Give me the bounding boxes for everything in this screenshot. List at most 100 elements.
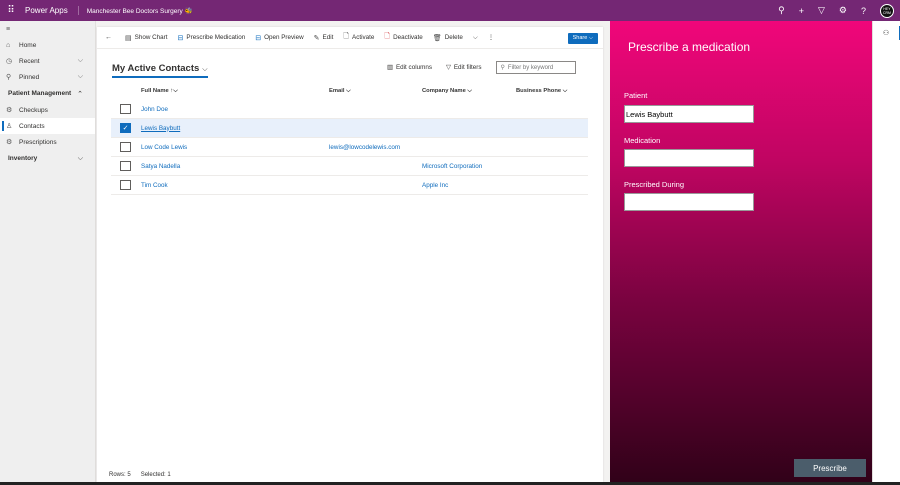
trash-icon: 🗑 <box>432 34 442 42</box>
table-row[interactable]: Tim Cook Apple Inc <box>111 176 588 195</box>
side-rail: ⚇ <box>872 21 900 485</box>
environment-name: Manchester Bee Doctors Surgery 🐝 <box>86 7 193 15</box>
app-icon: ⊟ <box>177 34 184 42</box>
table-row[interactable]: Low Code Lewis lewis@lowcodelewis.com <box>111 138 588 157</box>
deactivate-label: Deactivate <box>393 34 423 41</box>
view-selector[interactable]: My Active Contacts ⌵ <box>112 63 208 78</box>
share-label: Share ⌵ <box>572 35 593 41</box>
grid-header: Full Name ↑⌵ Email ⌵ Company Name ⌵ Busi… <box>111 82 588 100</box>
row-checkbox[interactable] <box>120 142 131 152</box>
row-checkbox[interactable] <box>120 180 131 190</box>
filter-input[interactable]: ⚲ Filter by keyword <box>495 61 576 74</box>
document-icon: 🗋 <box>384 33 391 40</box>
edit-filters-button[interactable]: ▽ Edit filters <box>446 64 482 71</box>
home-icon: ⌂ <box>6 41 11 49</box>
row-checkbox[interactable] <box>120 104 131 114</box>
delete-button[interactable]: 🗑 Delete <box>433 34 463 42</box>
pin-icon: ⚲ <box>6 74 12 81</box>
back-arrow-icon: ← <box>105 34 112 41</box>
app-panel-icon[interactable]: ⚇ <box>873 26 900 40</box>
show-chart-button[interactable]: ▤ Show Chart <box>125 34 168 42</box>
chevron-up-icon: ⌃ <box>77 90 83 98</box>
nav-group-label: Patient Management <box>8 90 72 97</box>
nav-group-inventory[interactable]: Inventory ⌵ <box>0 150 95 167</box>
prescribe-button[interactable]: Prescribe <box>794 459 866 477</box>
open-preview-button[interactable]: ⊟ Open Preview <box>255 34 303 42</box>
prescribe-medication-button[interactable]: ⊟ Prescribe Medication <box>178 34 246 42</box>
grid-footer: Rows: 5 Selected: 1 <box>109 472 171 478</box>
chevron-down-icon: ⌵ <box>472 33 478 41</box>
share-button[interactable]: Share ⌵ <box>567 33 598 44</box>
cell-full-name[interactable]: Low Code Lewis <box>141 144 329 151</box>
app-icon: ⊟ <box>255 34 262 42</box>
person-icon: ♙ <box>6 123 13 130</box>
app-launcher-icon[interactable]: ⠿ <box>0 5 22 16</box>
chevron-down-icon: ⌵ <box>77 57 83 64</box>
edit-columns-label: Edit columns <box>395 64 433 71</box>
avatar[interactable]: HEY CRM <box>880 3 894 18</box>
table-row[interactable]: Satya Nadella Microsoft Corporation <box>111 157 588 176</box>
edit-label: Edit <box>322 34 334 41</box>
deactivate-button[interactable]: 🗋 Deactivate <box>384 32 422 43</box>
open-preview-label: Open Preview <box>264 34 304 41</box>
document-icon: 🗋 <box>343 33 350 40</box>
checkmark-icon: ✓ <box>122 125 129 132</box>
hamburger-icon: ≡ <box>6 25 11 33</box>
filter-icon[interactable]: ▽ <box>818 5 825 16</box>
cell-email[interactable]: lewis@lowcodelewis.com <box>329 144 422 151</box>
sidebar-item-label: Contacts <box>19 122 45 130</box>
chevron-down-icon: ⌵ <box>77 154 83 162</box>
add-icon[interactable]: + <box>799 6 804 16</box>
table-row[interactable]: ✓ Lewis Baybutt <box>111 119 588 138</box>
search-icon[interactable]: ⚲ <box>778 5 785 16</box>
cell-full-name[interactable]: Satya Nadella <box>141 163 329 170</box>
sidebar-item-label: Home <box>19 41 37 49</box>
table-row[interactable]: John Doe <box>111 100 588 119</box>
sidebar: ≡ ⌂ Home ◷ Recent ⌵ ⚲ Pinned ⌵ Patient Manage… <box>0 21 96 485</box>
sidebar-item-label: Pinned <box>19 73 40 81</box>
hamburger-menu[interactable]: ≡ <box>0 21 95 37</box>
sidebar-item-prescriptions[interactable]: ⚙ Prescriptions <box>0 134 95 150</box>
prescriptions-icon: ⚙ <box>6 139 13 146</box>
cell-company[interactable]: Microsoft Corporation <box>422 163 516 170</box>
activate-button[interactable]: 🗋 Activate <box>343 32 374 43</box>
edit-columns-button[interactable]: ▥ Edit columns <box>387 64 432 71</box>
columns-icon: ▥ <box>387 64 393 71</box>
sidebar-item-checkups[interactable]: ⚙ Checkups <box>0 102 95 118</box>
sidebar-item-contacts[interactable]: ♙ Contacts <box>0 118 95 134</box>
overflow-button[interactable]: ⋮ <box>488 34 494 41</box>
nav-group-label: Inventory <box>8 155 38 162</box>
command-bar: ← ▤ Show Chart ⊟ Prescribe Medication ⊟ Ope… <box>97 27 603 49</box>
edit-button[interactable]: ✎ Edit <box>314 34 334 42</box>
prescribed-during-field[interactable] <box>624 193 754 211</box>
cell-company[interactable]: Apple Inc <box>422 182 516 189</box>
column-header-full-name[interactable]: Full Name ↑⌵ <box>141 88 329 95</box>
cell-full-name[interactable]: Lewis Baybutt <box>141 125 329 132</box>
help-icon[interactable]: ? <box>861 6 866 16</box>
activate-label: Activate <box>352 34 375 41</box>
medication-field[interactable] <box>624 149 754 167</box>
checkups-icon: ⚙ <box>6 107 13 114</box>
settings-icon[interactable]: ⚙ <box>839 5 847 16</box>
patient-field[interactable]: Lewis Baybutt <box>624 105 754 123</box>
column-header-email[interactable]: Email ⌵ <box>329 88 422 95</box>
cell-full-name[interactable]: John Doe <box>141 106 329 113</box>
pencil-icon: ✎ <box>313 34 320 42</box>
main-view: ← ▤ Show Chart ⊟ Prescribe Medication ⊟ Ope… <box>97 27 603 482</box>
prescribed-during-label: Prescribed During <box>624 180 685 189</box>
row-checkbox[interactable] <box>120 161 131 171</box>
contacts-grid: Full Name ↑⌵ Email ⌵ Company Name ⌵ Busi… <box>111 82 588 195</box>
cell-full-name[interactable]: Tim Cook <box>141 182 329 189</box>
sidebar-item-pinned[interactable]: ⚲ Pinned ⌵ <box>0 69 95 85</box>
column-header-phone[interactable]: Business Phone ⌵ <box>516 88 586 95</box>
sidebar-item-label: Prescriptions <box>19 138 57 146</box>
nav-group-patient-management[interactable]: Patient Management ⌃ <box>0 85 95 102</box>
app-name[interactable]: Power Apps <box>22 6 79 15</box>
column-header-company[interactable]: Company Name ⌵ <box>422 88 516 95</box>
more-dropdown-button[interactable]: ⌵ <box>473 34 478 42</box>
row-checkbox[interactable]: ✓ <box>120 123 131 133</box>
show-chart-label: Show Chart <box>134 34 168 41</box>
sidebar-item-recent[interactable]: ◷ Recent ⌵ <box>0 53 95 69</box>
back-button[interactable]: ← <box>105 34 115 41</box>
sidebar-item-home[interactable]: ⌂ Home <box>0 37 95 53</box>
